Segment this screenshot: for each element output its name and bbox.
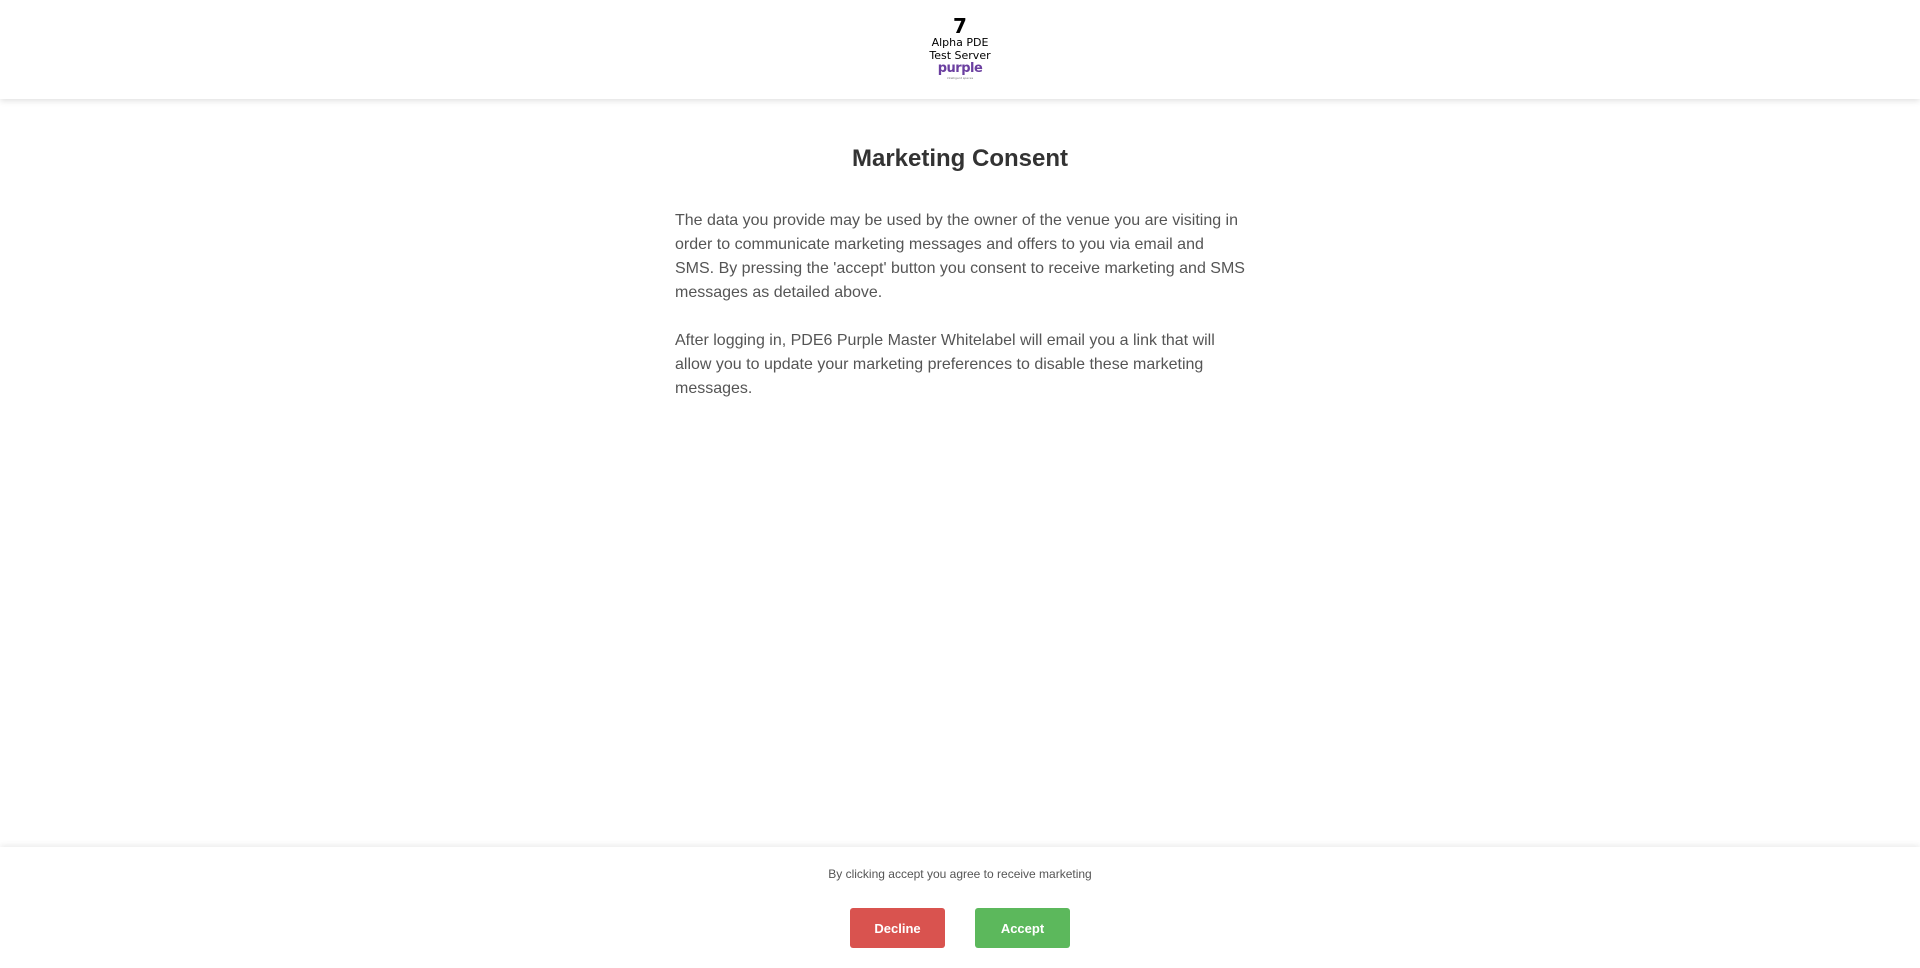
decline-button[interactable]: Decline bbox=[850, 908, 945, 948]
venue-logo: 7 Alpha PDE Test Server purple intellige… bbox=[925, 16, 995, 80]
purple-brand-logo: purple bbox=[937, 61, 983, 76]
header: 7 Alpha PDE Test Server purple intellige… bbox=[0, 0, 1920, 99]
logo-number: 7 bbox=[953, 14, 967, 38]
page-title: Marketing Consent bbox=[851, 145, 1069, 172]
logo-line-1: Alpha PDE bbox=[931, 36, 989, 49]
main-content: Marketing Consent The data you provide m… bbox=[0, 99, 1920, 847]
consent-paragraph-2: After logging in, PDE6 Purple Master Whi… bbox=[675, 332, 1215, 397]
consent-text: The data you provide may be used by the … bbox=[675, 209, 1245, 425]
consent-paragraph-1: The data you provide may be used by the … bbox=[675, 212, 1245, 301]
footer: By clicking accept you agree to receive … bbox=[0, 847, 1920, 968]
logo-tagline: intelligent spaces bbox=[946, 76, 974, 80]
agreement-note: By clicking accept you agree to receive … bbox=[828, 867, 1092, 881]
accept-button[interactable]: Accept bbox=[975, 908, 1070, 948]
